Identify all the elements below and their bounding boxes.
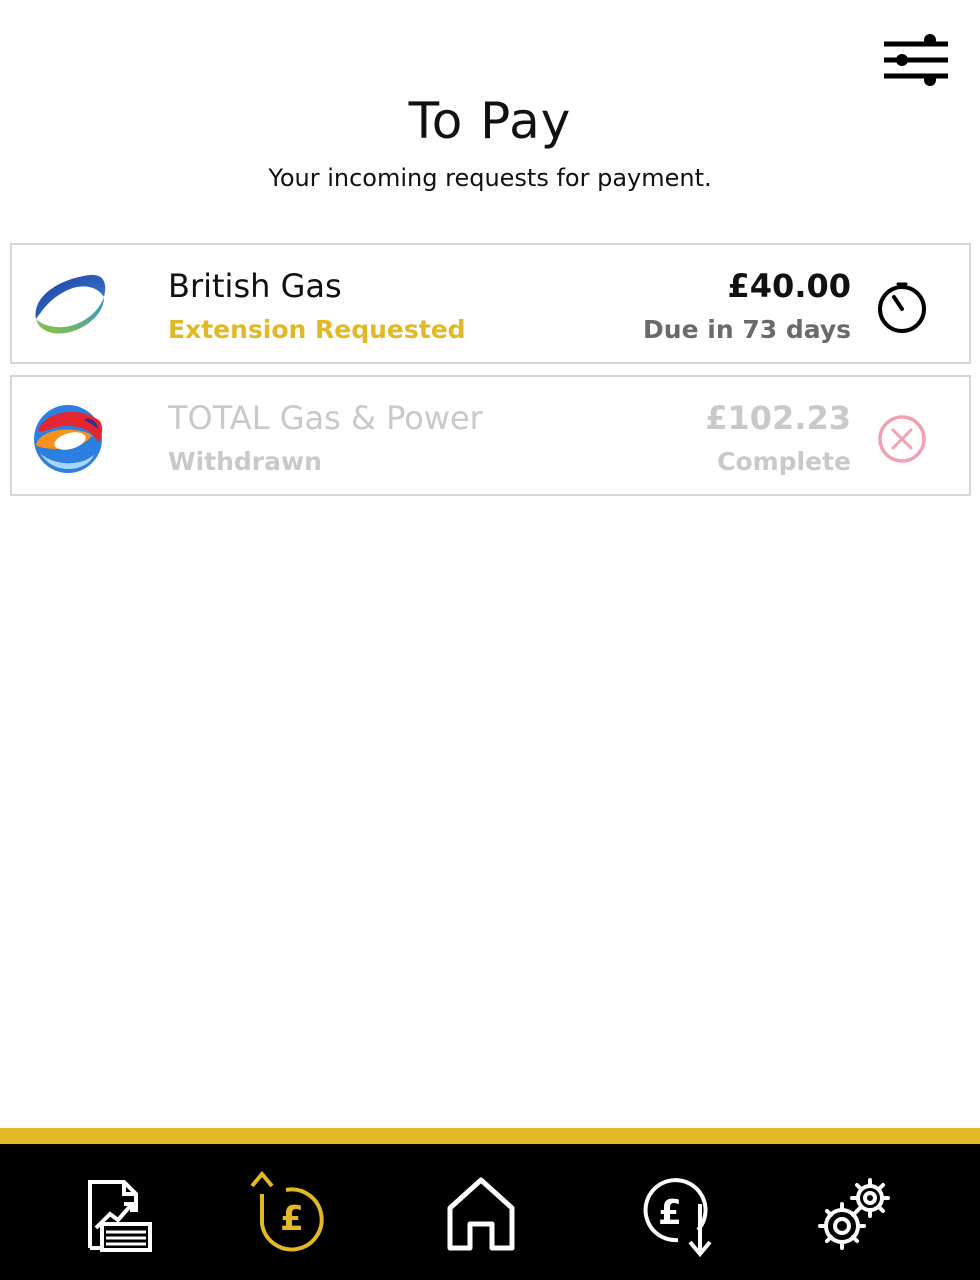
timer-icon: [878, 282, 926, 333]
nav-home-button[interactable]: [436, 1168, 526, 1258]
cancel-circle-icon: [878, 415, 926, 463]
sliders-icon: [884, 34, 948, 86]
payee-name: TOTAL Gas & Power: [168, 399, 483, 437]
settings-icon: [818, 1178, 890, 1250]
payee-name: British Gas: [168, 267, 342, 305]
total-logo: [34, 405, 103, 473]
request-status: Withdrawn: [168, 447, 322, 476]
to-pay-screen: To Pay Your incoming requests for paymen…: [0, 0, 980, 1280]
nav-to-receive-button[interactable]: £: [628, 1168, 718, 1258]
bottom-nav: £ £: [0, 1144, 980, 1280]
request-due: Complete: [717, 447, 851, 476]
home-icon: [447, 1177, 515, 1251]
request-status: Extension Requested: [168, 315, 466, 344]
page-title: To Pay: [408, 92, 572, 150]
svg-text:£: £: [658, 1193, 682, 1233]
reports-icon: [88, 1180, 152, 1252]
nav-reports-button[interactable]: [72, 1168, 162, 1258]
request-amount: £102.23: [705, 399, 851, 437]
to-receive-icon: £: [643, 1178, 712, 1258]
to-pay-icon: £: [250, 1170, 324, 1252]
british-gas-logo: [35, 274, 106, 334]
nav-settings-button[interactable]: [810, 1168, 900, 1258]
request-item-british-gas[interactable]: British Gas Extension Requested £40.00 D…: [10, 243, 971, 364]
page-subtitle: Your incoming requests for payment.: [268, 164, 712, 192]
filter-button[interactable]: [880, 30, 952, 90]
request-due: Due in 73 days: [643, 315, 851, 344]
nav-accent-strip: [0, 1128, 980, 1144]
svg-text:£: £: [280, 1199, 304, 1239]
request-amount: £40.00: [727, 267, 851, 305]
request-item-total-gas-power[interactable]: TOTAL Gas & Power Withdrawn £102.23 Comp…: [10, 375, 971, 496]
nav-to-pay-button[interactable]: £: [246, 1168, 336, 1258]
